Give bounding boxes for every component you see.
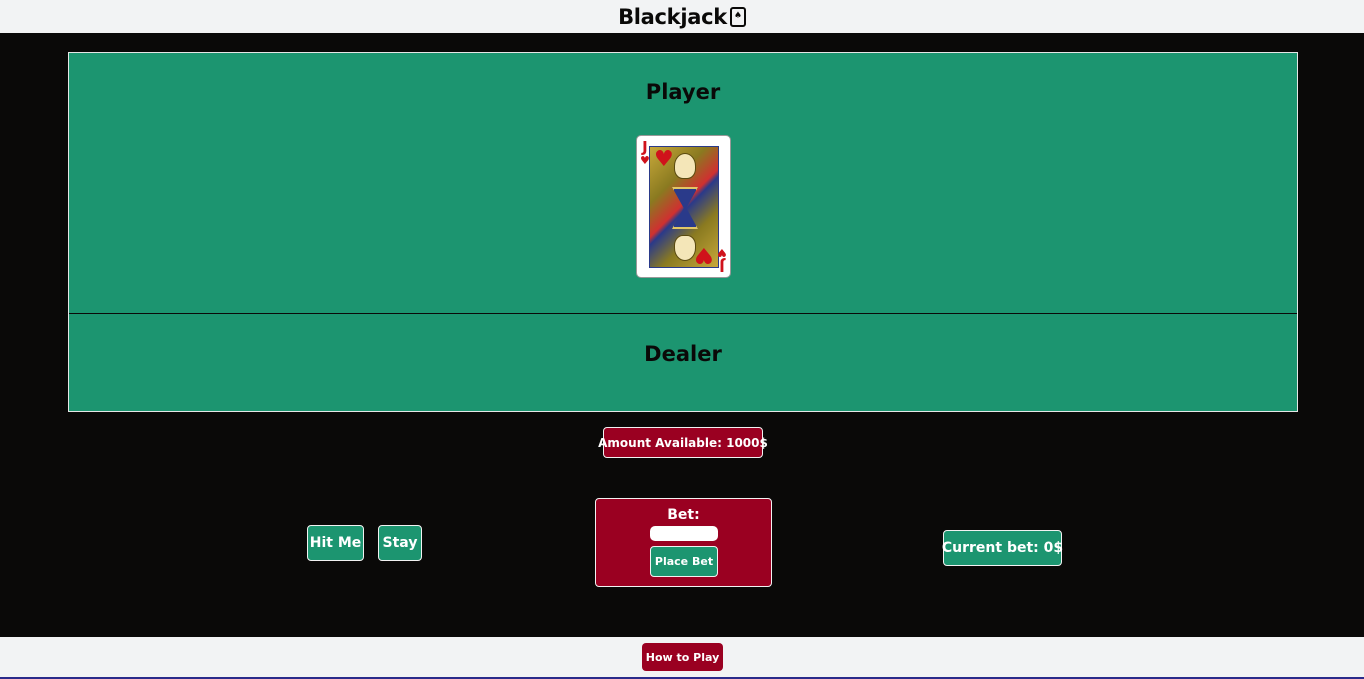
jack-face-illustration: ♥ ♥: [649, 146, 719, 268]
player-area: Player J ♥ ♥ ♥ J ♥: [69, 53, 1297, 314]
card-rank: J: [719, 257, 725, 275]
how-to-play-button[interactable]: How to Play: [642, 643, 723, 671]
card-suit: ♥: [717, 246, 727, 259]
dealer-title: Dealer: [644, 342, 722, 366]
bet-label: Bet:: [667, 507, 700, 523]
app-header: Blackjack ♠: [0, 0, 1364, 33]
player-card: J ♥ ♥ ♥ J ♥: [636, 135, 731, 278]
stay-button[interactable]: Stay: [378, 525, 422, 561]
place-bet-button[interactable]: Place Bet: [650, 546, 718, 577]
current-bet-display: Current bet: 0$: [942, 530, 1063, 566]
jack-head-bottom: [674, 235, 696, 261]
heart-icon: ♥: [694, 242, 714, 267]
heart-icon: ♥: [654, 147, 674, 172]
hit-me-button[interactable]: Hit Me: [307, 525, 364, 561]
bet-amount-input[interactable]: [650, 526, 718, 541]
spade-card-icon: ♠: [729, 6, 746, 27]
card-corner-bottom: J ♥: [717, 246, 727, 275]
amount-available-badge: Amount Available: 1000$: [598, 427, 768, 458]
jack-head-top: [674, 153, 696, 179]
player-title: Player: [645, 80, 721, 104]
game-table: Player J ♥ ♥ ♥ J ♥ Dealer: [68, 52, 1298, 412]
bet-panel: Bet: Place Bet: [595, 498, 772, 587]
jack-body: [672, 187, 698, 229]
dealer-area: Dealer: [69, 314, 1297, 411]
app-title: Blackjack: [618, 4, 727, 29]
app-footer: How to Play: [0, 637, 1364, 679]
